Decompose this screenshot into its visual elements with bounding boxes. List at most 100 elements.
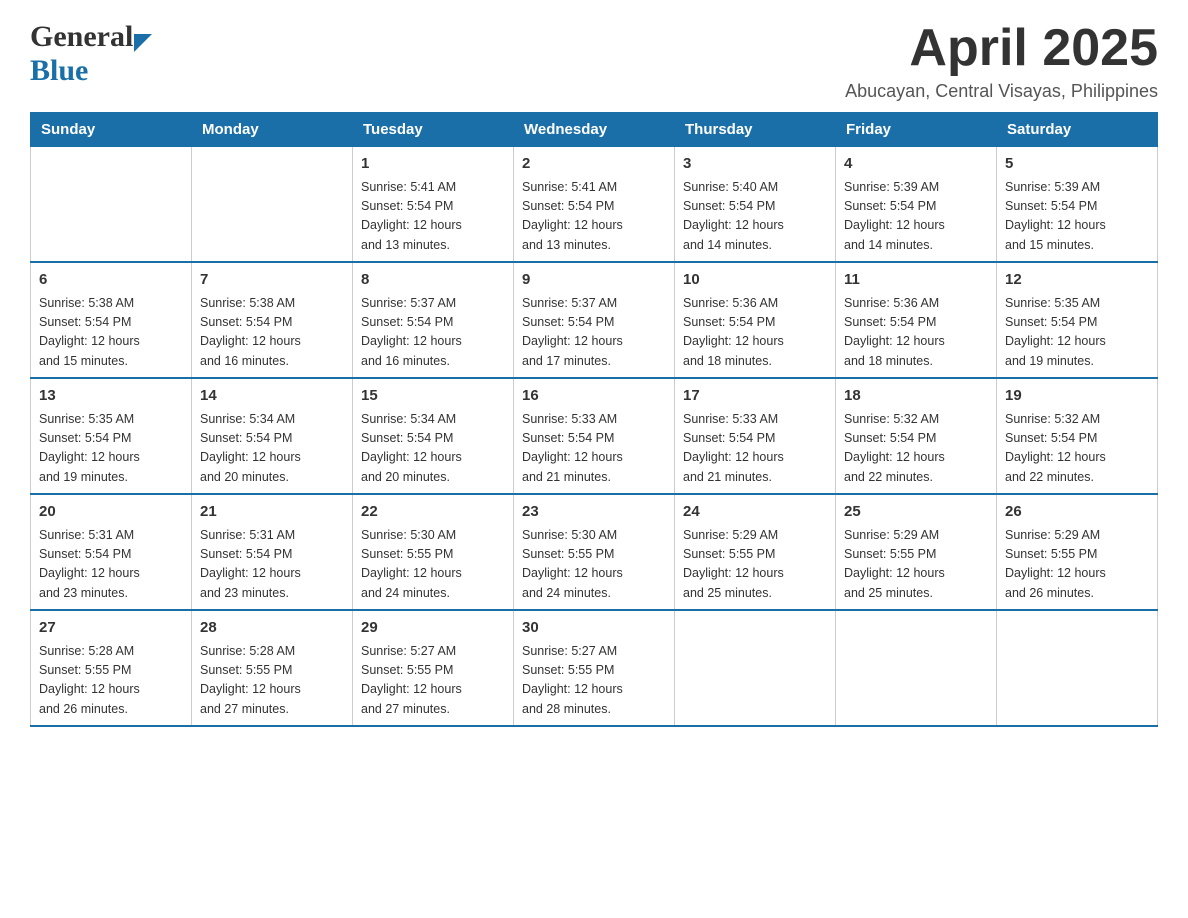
calendar-week-row: 1Sunrise: 5:41 AMSunset: 5:54 PMDaylight… <box>31 147 1158 263</box>
day-number: 2 <box>522 153 666 176</box>
calendar-cell: 13Sunrise: 5:35 AMSunset: 5:54 PMDayligh… <box>31 378 192 494</box>
day-number: 14 <box>200 385 344 408</box>
calendar-cell: 22Sunrise: 5:30 AMSunset: 5:55 PMDayligh… <box>353 494 514 610</box>
calendar-cell <box>675 610 836 726</box>
day-info: Sunrise: 5:40 AMSunset: 5:54 PMDaylight:… <box>683 178 827 256</box>
calendar-cell: 18Sunrise: 5:32 AMSunset: 5:54 PMDayligh… <box>836 378 997 494</box>
day-number: 1 <box>361 153 505 176</box>
day-info: Sunrise: 5:30 AMSunset: 5:55 PMDaylight:… <box>361 526 505 604</box>
calendar-cell: 25Sunrise: 5:29 AMSunset: 5:55 PMDayligh… <box>836 494 997 610</box>
day-number: 25 <box>844 501 988 524</box>
day-number: 20 <box>39 501 183 524</box>
calendar-day-header-monday: Monday <box>192 113 353 147</box>
title-block: April 2025 Abucayan, Central Visayas, Ph… <box>845 20 1158 102</box>
page-header: General Blue April 2025 Abucayan, Centra… <box>30 20 1158 102</box>
logo-blue-text: Blue <box>30 54 88 87</box>
calendar-day-header-friday: Friday <box>836 113 997 147</box>
day-info: Sunrise: 5:34 AMSunset: 5:54 PMDaylight:… <box>361 410 505 488</box>
calendar-cell: 2Sunrise: 5:41 AMSunset: 5:54 PMDaylight… <box>514 147 675 263</box>
calendar-cell: 7Sunrise: 5:38 AMSunset: 5:54 PMDaylight… <box>192 262 353 378</box>
calendar-cell: 28Sunrise: 5:28 AMSunset: 5:55 PMDayligh… <box>192 610 353 726</box>
day-info: Sunrise: 5:27 AMSunset: 5:55 PMDaylight:… <box>361 642 505 720</box>
day-info: Sunrise: 5:33 AMSunset: 5:54 PMDaylight:… <box>522 410 666 488</box>
calendar-cell <box>836 610 997 726</box>
calendar-day-header-wednesday: Wednesday <box>514 113 675 147</box>
day-info: Sunrise: 5:28 AMSunset: 5:55 PMDaylight:… <box>200 642 344 720</box>
day-number: 23 <box>522 501 666 524</box>
day-info: Sunrise: 5:31 AMSunset: 5:54 PMDaylight:… <box>200 526 344 604</box>
calendar-cell: 19Sunrise: 5:32 AMSunset: 5:54 PMDayligh… <box>997 378 1158 494</box>
calendar-day-header-tuesday: Tuesday <box>353 113 514 147</box>
calendar-cell: 27Sunrise: 5:28 AMSunset: 5:55 PMDayligh… <box>31 610 192 726</box>
day-number: 16 <box>522 385 666 408</box>
day-number: 29 <box>361 617 505 640</box>
calendar-day-header-sunday: Sunday <box>31 113 192 147</box>
calendar-day-header-thursday: Thursday <box>675 113 836 147</box>
day-number: 3 <box>683 153 827 176</box>
day-number: 26 <box>1005 501 1149 524</box>
day-info: Sunrise: 5:32 AMSunset: 5:54 PMDaylight:… <box>844 410 988 488</box>
day-info: Sunrise: 5:38 AMSunset: 5:54 PMDaylight:… <box>39 294 183 372</box>
calendar-cell: 9Sunrise: 5:37 AMSunset: 5:54 PMDaylight… <box>514 262 675 378</box>
day-number: 11 <box>844 269 988 292</box>
calendar-cell: 29Sunrise: 5:27 AMSunset: 5:55 PMDayligh… <box>353 610 514 726</box>
day-info: Sunrise: 5:38 AMSunset: 5:54 PMDaylight:… <box>200 294 344 372</box>
logo-general-text: General <box>30 20 133 54</box>
calendar-day-header-saturday: Saturday <box>997 113 1158 147</box>
calendar-cell: 1Sunrise: 5:41 AMSunset: 5:54 PMDaylight… <box>353 147 514 263</box>
day-info: Sunrise: 5:39 AMSunset: 5:54 PMDaylight:… <box>844 178 988 256</box>
calendar-cell: 15Sunrise: 5:34 AMSunset: 5:54 PMDayligh… <box>353 378 514 494</box>
day-number: 9 <box>522 269 666 292</box>
calendar-table: SundayMondayTuesdayWednesdayThursdayFrid… <box>30 112 1158 727</box>
day-info: Sunrise: 5:33 AMSunset: 5:54 PMDaylight:… <box>683 410 827 488</box>
day-info: Sunrise: 5:30 AMSunset: 5:55 PMDaylight:… <box>522 526 666 604</box>
day-number: 4 <box>844 153 988 176</box>
calendar-cell <box>31 147 192 263</box>
day-number: 10 <box>683 269 827 292</box>
calendar-location: Abucayan, Central Visayas, Philippines <box>845 81 1158 102</box>
calendar-cell: 10Sunrise: 5:36 AMSunset: 5:54 PMDayligh… <box>675 262 836 378</box>
day-info: Sunrise: 5:36 AMSunset: 5:54 PMDaylight:… <box>683 294 827 372</box>
calendar-cell: 20Sunrise: 5:31 AMSunset: 5:54 PMDayligh… <box>31 494 192 610</box>
calendar-week-row: 13Sunrise: 5:35 AMSunset: 5:54 PMDayligh… <box>31 378 1158 494</box>
calendar-cell: 14Sunrise: 5:34 AMSunset: 5:54 PMDayligh… <box>192 378 353 494</box>
day-number: 28 <box>200 617 344 640</box>
calendar-week-row: 20 Sunrise: 5:31 AMSunset: 5:54 PMDayligh… <box>31 494 1158 610</box>
day-info: Sunrise: 5:29 AMSunset: 5:55 PMDaylight:… <box>844 526 988 604</box>
calendar-cell: 11Sunrise: 5:36 AMSunset: 5:54 PMDayligh… <box>836 262 997 378</box>
calendar-cell: 30Sunrise: 5:27 AMSunset: 5:55 PMDayligh… <box>514 610 675 726</box>
day-info: Sunrise: 5:34 AMSunset: 5:54 PMDaylight:… <box>200 410 344 488</box>
calendar-header-row: SundayMondayTuesdayWednesdayThursdayFrid… <box>31 113 1158 147</box>
day-number: 22 <box>361 501 505 524</box>
calendar-cell: 16Sunrise: 5:33 AMSunset: 5:54 PMDayligh… <box>514 378 675 494</box>
day-info: Sunrise: 5:37 AMSunset: 5:54 PMDaylight:… <box>361 294 505 372</box>
day-info: Sunrise: 5:28 AMSunset: 5:55 PMDaylight:… <box>39 642 183 720</box>
logo: General Blue <box>30 20 152 88</box>
calendar-cell: 17Sunrise: 5:33 AMSunset: 5:54 PMDayligh… <box>675 378 836 494</box>
day-number: 21 <box>200 501 344 524</box>
day-number: 24 <box>683 501 827 524</box>
calendar-cell <box>997 610 1158 726</box>
day-number: 5 <box>1005 153 1149 176</box>
day-info: Sunrise: 5:32 AMSunset: 5:54 PMDaylight:… <box>1005 410 1149 488</box>
day-number: 15 <box>361 385 505 408</box>
calendar-cell: 23Sunrise: 5:30 AMSunset: 5:55 PMDayligh… <box>514 494 675 610</box>
day-number: 6 <box>39 269 183 292</box>
day-number: 17 <box>683 385 827 408</box>
day-info: Sunrise: 5:29 AMSunset: 5:55 PMDaylight:… <box>1005 526 1149 604</box>
calendar-week-row: 6Sunrise: 5:38 AMSunset: 5:54 PMDaylight… <box>31 262 1158 378</box>
day-info: Sunrise: 5:35 AMSunset: 5:54 PMDaylight:… <box>39 410 183 488</box>
day-number: 18 <box>844 385 988 408</box>
day-info: Sunrise: 5:29 AMSunset: 5:55 PMDaylight:… <box>683 526 827 604</box>
day-number: 27 <box>39 617 183 640</box>
day-info: Sunrise: 5:39 AMSunset: 5:54 PMDaylight:… <box>1005 178 1149 256</box>
calendar-title: April 2025 <box>845 20 1158 77</box>
day-info: Sunrise: 5:36 AMSunset: 5:54 PMDaylight:… <box>844 294 988 372</box>
calendar-cell: 4Sunrise: 5:39 AMSunset: 5:54 PMDaylight… <box>836 147 997 263</box>
logo-chevron-icon <box>134 34 152 52</box>
calendar-cell: 21Sunrise: 5:31 AMSunset: 5:54 PMDayligh… <box>192 494 353 610</box>
calendar-cell: 12Sunrise: 5:35 AMSunset: 5:54 PMDayligh… <box>997 262 1158 378</box>
calendar-cell: 3Sunrise: 5:40 AMSunset: 5:54 PMDaylight… <box>675 147 836 263</box>
calendar-week-row: 27Sunrise: 5:28 AMSunset: 5:55 PMDayligh… <box>31 610 1158 726</box>
calendar-cell: 5Sunrise: 5:39 AMSunset: 5:54 PMDaylight… <box>997 147 1158 263</box>
